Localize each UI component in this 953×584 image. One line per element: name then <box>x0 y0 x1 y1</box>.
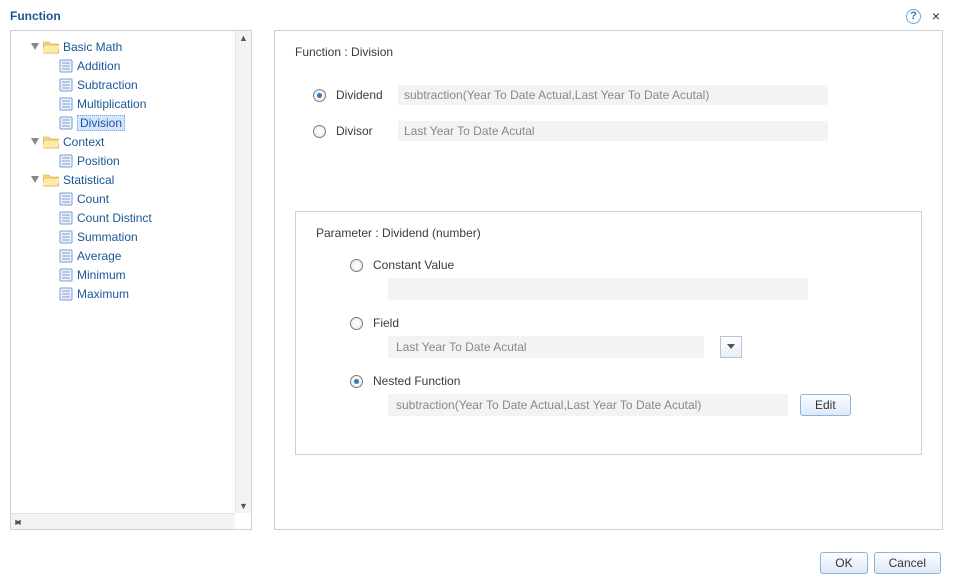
dialog-header: Function ? × <box>10 6 943 26</box>
radio-constant-value[interactable] <box>350 259 363 272</box>
tree-item-row[interactable]: Summation <box>59 227 232 246</box>
tree-item-label[interactable]: Subtraction <box>77 78 138 92</box>
ok-button[interactable]: OK <box>820 552 867 574</box>
tree-item-label[interactable]: Maximum <box>77 287 129 301</box>
folder-icon <box>43 173 59 187</box>
tree-item-label[interactable]: Count Distinct <box>77 211 152 225</box>
radio-nested-function[interactable] <box>350 375 363 388</box>
function-item-icon <box>59 116 73 130</box>
tree-item-row[interactable]: Count Distinct <box>59 208 232 227</box>
function-item-icon <box>59 230 73 244</box>
tree-item-row[interactable]: Subtraction <box>59 75 232 94</box>
expander-icon[interactable] <box>29 41 41 53</box>
function-item-icon <box>59 249 73 263</box>
option-row-nested: Nested Function <box>350 374 901 388</box>
param-row-dividend: Dividend subtraction(Year To Date Actual… <box>313 85 922 105</box>
option-label-constant: Constant Value <box>373 258 454 272</box>
tree-item-row[interactable]: Position <box>59 151 232 170</box>
tree-item-label[interactable]: Average <box>77 249 121 263</box>
edit-nested-button[interactable]: Edit <box>800 394 851 416</box>
function-title: Function : Division <box>295 45 922 59</box>
tree-category-row[interactable]: Context <box>29 132 232 151</box>
field-select-dropdown-button[interactable] <box>720 336 742 358</box>
tree-item-row[interactable]: Addition <box>59 56 232 75</box>
chevron-down-icon <box>727 344 735 350</box>
tree-category-row[interactable]: Basic Math <box>29 37 232 56</box>
param-value-dividend[interactable]: subtraction(Year To Date Actual,Last Yea… <box>398 85 828 105</box>
function-item-icon <box>59 287 73 301</box>
radio-field[interactable] <box>350 317 363 330</box>
constant-value-input[interactable] <box>388 278 808 300</box>
tree-category-label[interactable]: Statistical <box>63 173 114 187</box>
help-icon[interactable]: ? <box>906 9 921 24</box>
function-item-icon <box>59 59 73 73</box>
function-title-name: Division <box>351 45 393 59</box>
radio-dividend[interactable] <box>313 89 326 102</box>
function-item-icon <box>59 78 73 92</box>
function-title-prefix: Function : <box>295 45 351 59</box>
parameter-editor-title: Parameter : Dividend (number) <box>316 226 901 240</box>
tree-item-label[interactable]: Multiplication <box>77 97 146 111</box>
tree-item-row[interactable]: Count <box>59 189 232 208</box>
tree-item-label[interactable]: Minimum <box>77 268 126 282</box>
tree-category-label[interactable]: Context <box>63 135 104 149</box>
function-tree-panel: Basic Math Addition Subtraction Multiplicat… <box>10 30 252 530</box>
dialog-footer: OK Cancel <box>820 552 941 574</box>
tree-item-label[interactable]: Division <box>77 115 125 131</box>
horizontal-scrollbar[interactable]: ◄ ► <box>11 513 235 529</box>
nested-function-value[interactable]: subtraction(Year To Date Actual,Last Yea… <box>388 394 788 416</box>
vertical-scrollbar[interactable]: ▲ ▼ <box>235 31 251 513</box>
tree-item-row[interactable]: Average <box>59 246 232 265</box>
function-dialog: Function ? × Basic Math Addition Subtracti… <box>0 0 953 584</box>
function-config-panel: Function : Division Dividend subtraction… <box>274 30 943 530</box>
tree-item-row[interactable]: Maximum <box>59 284 232 303</box>
close-icon[interactable]: × <box>929 9 943 23</box>
param-row-divisor: Divisor Last Year To Date Acutal <box>313 121 922 141</box>
function-item-icon <box>59 97 73 111</box>
tree-item-label[interactable]: Summation <box>77 230 138 244</box>
function-item-icon <box>59 192 73 206</box>
param-value-divisor[interactable]: Last Year To Date Acutal <box>398 121 828 141</box>
tree-category-row[interactable]: Statistical <box>29 170 232 189</box>
tree-category-label[interactable]: Basic Math <box>63 40 122 54</box>
tree-item-label[interactable]: Position <box>77 154 120 168</box>
dialog-title: Function <box>10 9 61 23</box>
function-item-icon <box>59 268 73 282</box>
option-row-constant: Constant Value <box>350 258 901 272</box>
expander-icon[interactable] <box>29 174 41 186</box>
tree-item-label[interactable]: Addition <box>77 59 120 73</box>
option-label-nested: Nested Function <box>373 374 460 388</box>
tree-item-row[interactable]: Division <box>59 113 232 132</box>
parameter-editor-panel: Parameter : Dividend (number) Constant V… <box>295 211 922 455</box>
function-item-icon <box>59 154 73 168</box>
folder-icon <box>43 135 59 149</box>
cancel-button[interactable]: Cancel <box>874 552 941 574</box>
field-select[interactable]: Last Year To Date Acutal <box>388 336 704 358</box>
tree-item-row[interactable]: Minimum <box>59 265 232 284</box>
expander-icon[interactable] <box>29 136 41 148</box>
tree-item-row[interactable]: Multiplication <box>59 94 232 113</box>
function-item-icon <box>59 211 73 225</box>
tree-item-label[interactable]: Count <box>77 192 109 206</box>
tree-scroll-area[interactable]: Basic Math Addition Subtraction Multiplicat… <box>13 33 234 512</box>
field-select-value: Last Year To Date Acutal <box>396 340 527 354</box>
radio-divisor[interactable] <box>313 125 326 138</box>
folder-icon <box>43 40 59 54</box>
param-label-dividend: Dividend <box>336 88 398 102</box>
option-label-field: Field <box>373 316 399 330</box>
param-label-divisor: Divisor <box>336 124 398 138</box>
option-row-field: Field <box>350 316 901 330</box>
